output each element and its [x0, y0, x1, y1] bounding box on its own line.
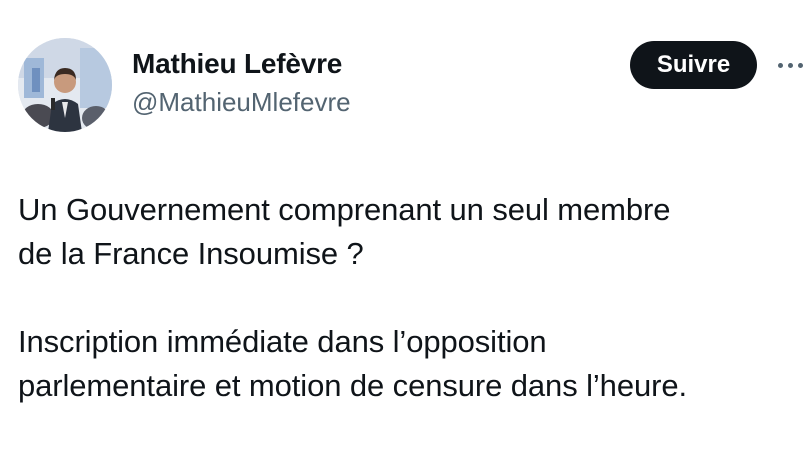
- profile-photo-icon: [18, 38, 112, 132]
- tweet-text: Un Gouvernement comprenant un seul membr…: [18, 188, 810, 408]
- dot: [778, 62, 783, 68]
- author-handle[interactable]: @MathieuMlefevre: [132, 86, 351, 118]
- author-block: Mathieu Lefèvre @MathieuMlefevre: [132, 46, 351, 118]
- more-dots-icon[interactable]: [778, 60, 810, 70]
- follow-button[interactable]: Suivre: [630, 41, 757, 89]
- author-display-name[interactable]: Mathieu Lefèvre: [132, 46, 351, 82]
- dot: [788, 62, 793, 68]
- avatar[interactable]: [18, 38, 112, 132]
- tweet-card: Mathieu Lefèvre @MathieuMlefevre Suivre …: [0, 0, 810, 468]
- tweet-paragraph: Inscription immédiate dans l’opposition …: [18, 324, 687, 403]
- dot: [798, 62, 803, 68]
- tweet-paragraph: Un Gouvernement comprenant un seul membr…: [18, 192, 671, 271]
